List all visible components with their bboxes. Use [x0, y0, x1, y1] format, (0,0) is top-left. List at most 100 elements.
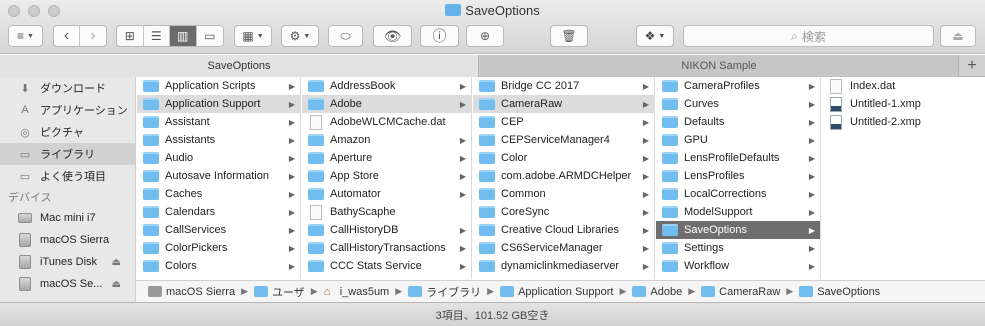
folder-item[interactable]: Defaults ▶: [656, 113, 820, 131]
folder-item[interactable]: Assistant ▶: [137, 113, 300, 131]
folder-item[interactable]: Amazon ▶: [302, 131, 471, 149]
get-info-button[interactable]: ⓘ: [420, 25, 459, 47]
sidebar-item-downloads[interactable]: ⬇ ダウンロード: [0, 77, 135, 99]
sidebar-item-itunes-disk[interactable]: iTunes Disk ⏏: [0, 251, 135, 273]
folder-item[interactable]: LensProfiles ▶: [656, 167, 820, 185]
folder-item[interactable]: Settings ▶: [656, 239, 820, 257]
folder-item[interactable]: GPU ▶: [656, 131, 820, 149]
folder-item[interactable]: Common ▶: [473, 185, 654, 203]
file-item[interactable]: Untitled-2.xmp: [822, 113, 985, 131]
sidebar-item-label: ピクチャ: [40, 127, 84, 139]
folder-item[interactable]: Curves ▶: [656, 95, 820, 113]
folder-item[interactable]: BathyScaphe: [302, 203, 471, 221]
folder-item[interactable]: AdobeWLCMCache.dat: [302, 113, 471, 131]
sidebar-item-macos-sierra[interactable]: macOS Sierra: [0, 229, 135, 251]
path-item-library[interactable]: ライブラリ: [408, 284, 481, 300]
folder-item[interactable]: ColorPickers ▶: [137, 239, 300, 257]
folder-item[interactable]: Audio ▶: [137, 149, 300, 167]
sidebar-item-applications[interactable]: A アプリケーション: [0, 99, 135, 121]
folder-item[interactable]: Autosave Information ▶: [137, 167, 300, 185]
path-item-macos-sierra[interactable]: macOS Sierra: [148, 286, 235, 298]
folder-item[interactable]: ModelSupport ▶: [656, 203, 820, 221]
folder-item[interactable]: Assistants ▶: [137, 131, 300, 149]
path-item-application-support[interactable]: Application Support: [500, 286, 613, 298]
folder-item[interactable]: CEP ▶: [473, 113, 654, 131]
folder-item[interactable]: App Store ▶: [302, 167, 471, 185]
folder-item[interactable]: Bridge CC 2017 ▶: [473, 77, 654, 95]
file-item[interactable]: Untitled-1.xmp: [822, 95, 985, 113]
cover-flow-button[interactable]: ▭: [197, 26, 223, 46]
folder-item[interactable]: Application Scripts ▶: [137, 77, 300, 95]
disclosure-arrow-icon: ▶: [288, 171, 295, 181]
disclosure-arrow-icon: ▶: [808, 81, 815, 91]
folder-item[interactable]: LocalCorrections ▶: [656, 185, 820, 203]
add-tab-button[interactable]: +: [958, 55, 985, 77]
sidebar-item-library[interactable]: ▭ ライブラリ: [0, 143, 135, 165]
path-item-cameraraw[interactable]: CameraRaw: [701, 286, 780, 298]
folder-item[interactable]: Creative Cloud Libraries ▶: [473, 221, 654, 239]
folder-icon: [143, 152, 159, 164]
tag-button[interactable]: ⬭: [328, 25, 363, 47]
disclosure-arrow-icon: ▶: [642, 207, 649, 217]
folder-item[interactable]: Automator ▶: [302, 185, 471, 203]
eject-icon[interactable]: ⏏: [112, 279, 121, 290]
sidebar-toggle-button[interactable]: ≡ ▼: [8, 25, 43, 47]
folder-item[interactable]: CoreSync ▶: [473, 203, 654, 221]
folder-item[interactable]: Workflow ▶: [656, 257, 820, 275]
tab-saveoptions[interactable]: SaveOptions: [0, 55, 479, 77]
arrange-button[interactable]: ▦ ▼: [234, 25, 272, 47]
folder-item[interactable]: CEPServiceManager4 ▶: [473, 131, 654, 149]
column-view-button[interactable]: ▥: [170, 26, 197, 46]
path-item-adobe[interactable]: Adobe: [632, 286, 682, 298]
folder-item[interactable]: CameraProfiles ▶: [656, 77, 820, 95]
icon-view-button[interactable]: ⊞: [117, 26, 144, 46]
camera-icon: ◎: [20, 126, 30, 139]
folder-item[interactable]: CCC Stats Service ▶: [302, 257, 471, 275]
folder-item[interactable]: Caches ▶: [137, 185, 300, 203]
disclosure-arrow-icon: ▶: [459, 135, 466, 145]
folder-item[interactable]: CS6ServiceManager ▶: [473, 239, 654, 257]
back-button[interactable]: ‹: [54, 26, 81, 46]
folder-item[interactable]: CallHistoryDB ▶: [302, 221, 471, 239]
folder-item[interactable]: CallServices ▶: [137, 221, 300, 239]
folder-item[interactable]: CallHistoryTransactions ▶: [302, 239, 471, 257]
search-input[interactable]: ⌕ 検索: [683, 25, 934, 47]
eject-toolbar-button[interactable]: ⏏: [940, 25, 976, 47]
list-view-button[interactable]: ☰: [144, 26, 170, 46]
folder-item[interactable]: SaveOptions ▶: [656, 221, 820, 239]
folder-item[interactable]: dynamiclinkmediaserver ▶: [473, 257, 654, 275]
new-folder-button[interactable]: ⊕: [466, 25, 504, 47]
folder-item[interactable]: Aperture ▶: [302, 149, 471, 167]
folder-item[interactable]: Color ▶: [473, 149, 654, 167]
path-item-users[interactable]: ユーザ: [254, 284, 305, 300]
folder-item[interactable]: com.adobe.ARMDCHelper ▶: [473, 167, 654, 185]
path-item-saveoptions[interactable]: SaveOptions: [799, 286, 880, 298]
path-item-home[interactable]: ⌂ i_was5um: [324, 286, 390, 298]
tab-nikon-sample[interactable]: NIKON Sample: [480, 55, 958, 77]
dropbox-button[interactable]: ❖ ▼: [636, 25, 674, 47]
folder-item[interactable]: AddressBook ▶: [302, 77, 471, 95]
folder-item[interactable]: Adobe ▶: [302, 95, 471, 113]
quicklook-button[interactable]: 👁: [373, 25, 412, 47]
eject-icon[interactable]: ⏏: [112, 257, 121, 268]
folder-item[interactable]: Application Support ▶: [137, 95, 300, 113]
sidebar-item-favorites[interactable]: ▭ よく使う項目: [0, 165, 135, 187]
disclosure-arrow-icon: ▶: [288, 207, 295, 217]
folder-item[interactable]: Calendars ▶: [137, 203, 300, 221]
xmp-file-icon: [830, 114, 842, 130]
folder-item[interactable]: LensProfileDefaults ▶: [656, 149, 820, 167]
disclosure-arrow-icon: ▶: [808, 225, 815, 235]
item-label: LensProfiles: [684, 170, 745, 182]
sidebar-item-pictures[interactable]: ◎ ピクチャ: [0, 121, 135, 143]
forward-button[interactable]: ›: [80, 26, 106, 46]
sidebar-item-mac-mini[interactable]: Mac mini i7: [0, 207, 135, 229]
sidebar-item-label: よく使う項目: [40, 171, 106, 183]
folder-item[interactable]: CameraRaw ▶: [473, 95, 654, 113]
sidebar-item-macos-se[interactable]: macOS Se... ⏏: [0, 273, 135, 295]
file-item[interactable]: Index.dat: [822, 77, 985, 95]
disclosure-arrow-icon: ▶: [288, 243, 295, 253]
action-button[interactable]: ⚙ ▼: [281, 25, 319, 47]
trash-button[interactable]: 🗑: [550, 25, 588, 47]
disclosure-arrow-icon: ▶: [808, 243, 815, 253]
folder-item[interactable]: Colors ▶: [137, 257, 300, 275]
